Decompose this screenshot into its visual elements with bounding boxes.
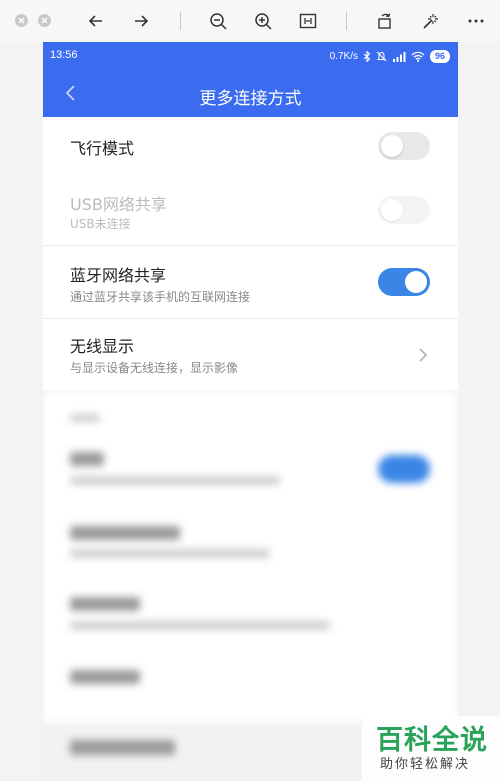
watermark-title: 百科全说	[376, 725, 488, 756]
arrow-right-icon[interactable]	[131, 11, 151, 31]
bt-tethering-row[interactable]: 蓝牙网络共享 通过蓝牙共享该手机的互联网连接	[43, 246, 458, 318]
fit-to-window-icon[interactable]	[298, 11, 318, 31]
battery-icon: 96	[429, 49, 450, 63]
usb-tethering-label: USB网络共享	[70, 195, 167, 214]
status-icons: 0.7K/s 96	[330, 48, 450, 64]
blurred-row-title	[70, 526, 180, 540]
bluetooth-icon	[363, 50, 371, 62]
viewer-toolbar	[0, 0, 500, 42]
zoom-in-icon[interactable]	[253, 11, 273, 31]
blurred-row-title	[70, 670, 140, 684]
zoom-out-icon[interactable]	[208, 11, 228, 31]
arrow-left-icon[interactable]	[86, 11, 106, 31]
blurred-toggle	[378, 455, 430, 483]
more-icon[interactable]	[466, 11, 486, 31]
blurred-row-subtitle	[70, 549, 270, 558]
network-speed: 0.7K/s	[329, 50, 358, 62]
usb-tethering-row[interactable]: USB网络共享 USB未连接	[43, 175, 458, 245]
blurred-section-header	[70, 414, 100, 422]
usb-tethering-subtitle: USB未连接	[70, 217, 131, 231]
rotate-icon[interactable]	[375, 11, 395, 31]
wireless-display-label: 无线显示	[70, 337, 135, 356]
bt-tethering-label: 蓝牙网络共享	[70, 266, 167, 285]
toolbar-divider	[180, 12, 181, 30]
blurred-row-subtitle	[70, 621, 330, 630]
wifi-icon	[411, 51, 425, 62]
settings-card: 飞行模式 USB网络共享 USB未连接 蓝牙网络共享 通过蓝牙共享该手机的互联网…	[43, 117, 458, 390]
blurred-row-subtitle	[70, 476, 280, 485]
watermark-subtitle: 助你轻松解决	[380, 757, 471, 772]
toolbar-divider	[346, 12, 347, 30]
chevron-right-icon	[419, 348, 428, 362]
mute-icon	[376, 51, 387, 61]
status-bar: 13:56 0.7K/s 96	[43, 42, 458, 70]
minimize-window-icon[interactable]	[38, 14, 51, 27]
blurred-row-title	[70, 597, 140, 611]
airplane-mode-row[interactable]: 飞行模式	[43, 117, 458, 175]
app-header: 更多连接方式	[43, 70, 458, 117]
wireless-display-subtitle: 与显示设备无线连接，显示影像	[70, 361, 239, 375]
usb-tethering-toggle[interactable]	[378, 196, 430, 224]
page-title: 更多连接方式	[199, 89, 302, 109]
bt-tethering-subtitle: 通过蓝牙共享该手机的互联网连接	[70, 290, 251, 304]
phone-screen: 13:56 0.7K/s 96 更多连接方式 飞行模式 USB网络共享 USB未…	[43, 42, 458, 781]
status-time: 13:56	[50, 49, 78, 61]
airplane-mode-toggle[interactable]	[378, 132, 430, 160]
blurred-row-title	[70, 740, 175, 755]
blurred-row-title	[70, 452, 104, 466]
signal-icon	[392, 51, 406, 62]
magic-wand-icon[interactable]	[420, 11, 440, 31]
close-window-icon[interactable]	[15, 14, 28, 27]
watermark-logo: 百科全说 助你轻松解决	[362, 716, 500, 781]
airplane-mode-label: 飞行模式	[70, 139, 135, 158]
wireless-display-row[interactable]: 无线显示 与显示设备无线连接，显示影像	[43, 319, 458, 390]
bt-tethering-toggle[interactable]	[378, 268, 430, 296]
